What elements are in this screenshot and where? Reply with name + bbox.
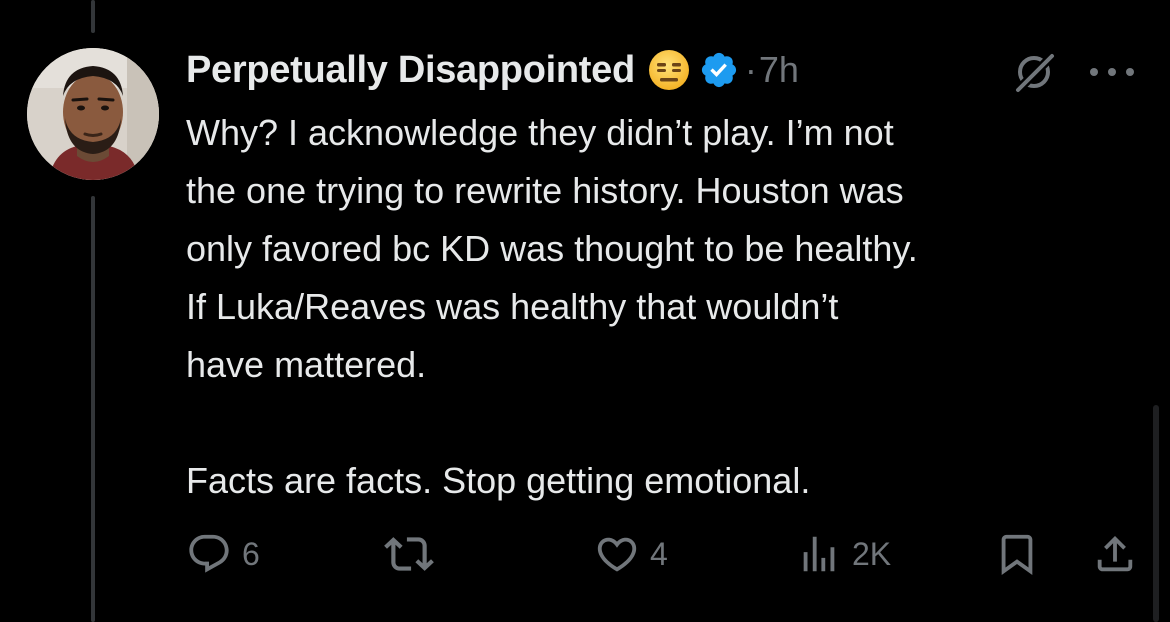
view-count: 2K xyxy=(852,535,892,572)
repost-icon xyxy=(384,537,434,571)
share-icon xyxy=(1097,535,1133,572)
post-body: Why? I acknowledge they didn’t play. I’m… xyxy=(186,104,1146,510)
post-actions: 6 4 2K xyxy=(186,526,1146,582)
scrollbar[interactable] xyxy=(1153,405,1159,622)
post-timestamp[interactable]: 7h xyxy=(759,49,799,91)
views-button[interactable]: 2K xyxy=(796,526,891,582)
reply-button[interactable]: 6 xyxy=(186,526,260,582)
like-count: 4 xyxy=(650,535,668,572)
thread-line-bottom xyxy=(91,196,95,622)
views-chart-icon xyxy=(803,536,835,572)
post-body-paragraph: Why? I acknowledge they didn’t play. I’m… xyxy=(186,112,918,385)
bookmark-button[interactable] xyxy=(994,526,1040,582)
more-options-icon[interactable] xyxy=(1086,64,1138,80)
share-button[interactable] xyxy=(1092,526,1138,582)
post-header: Perpetually Disappointed · 7h xyxy=(186,44,799,96)
verified-badge-icon[interactable] xyxy=(699,50,739,90)
reply-icon xyxy=(189,534,229,573)
bookmark-icon xyxy=(1001,534,1033,575)
header-separator: · xyxy=(744,49,757,90)
repost-button[interactable] xyxy=(384,526,444,582)
post-body-paragraph: Facts are facts. Stop getting emotional. xyxy=(186,460,811,501)
expressionless-face-emoji-icon xyxy=(648,50,689,90)
reply-count: 6 xyxy=(242,535,260,572)
author-display-name[interactable]: Perpetually Disappointed xyxy=(186,49,635,92)
avatar[interactable] xyxy=(27,48,159,180)
heart-icon xyxy=(597,537,637,572)
like-button[interactable]: 4 xyxy=(594,526,668,582)
thread-line-top xyxy=(91,0,95,33)
grok-icon[interactable] xyxy=(1012,50,1056,94)
avatar-photo xyxy=(27,48,159,180)
